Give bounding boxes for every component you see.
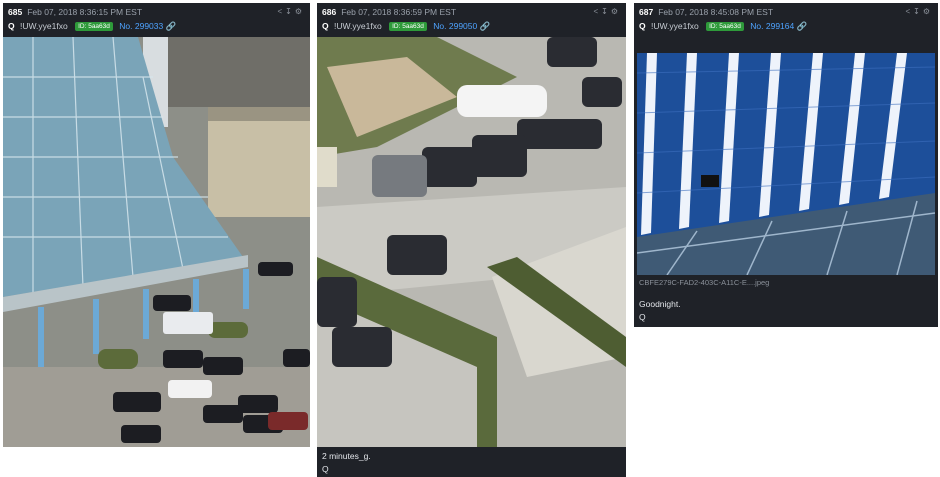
id-badge[interactable]: ID: 5aa63d [706,22,744,31]
link-icon[interactable]: 🔗 [797,21,808,31]
tripcode: !UW.yye1fxo [651,21,699,31]
gear-icon[interactable]: ⚙ [295,7,305,16]
tripcode: !UW.yye1fxo [334,21,382,31]
post-687: 687 Feb 07, 2018 8:45:08 PM EST Q !UW.yye… [634,3,938,327]
share-icon[interactable]: < [593,7,601,16]
share-icon[interactable]: < [277,7,285,16]
download-icon[interactable]: ↧ [601,7,611,16]
post-link[interactable]: No. 299050 [433,21,477,31]
author-name: Q [322,21,329,31]
post-header: 686 Feb 07, 2018 8:36:59 PM EST Q !UW.yye… [317,3,626,37]
post-message-line: Goodnight. [639,299,681,309]
author-name: Q [639,21,646,31]
photo-parking-aerial [317,37,626,447]
post-tools[interactable]: <↧⚙ [277,7,305,16]
link-icon[interactable]: 🔗 [166,21,177,31]
id-badge[interactable]: ID: 5aa63d [75,22,113,31]
image-filename[interactable]: CBFE279C-FAD2-403C-A11C-E....jpeg [639,278,769,287]
share-icon[interactable]: < [905,7,913,16]
post-signature: Q [322,464,329,474]
post-tools[interactable]: <↧⚙ [593,7,621,16]
post-date: Feb 07, 2018 8:45:08 PM EST [658,7,774,17]
download-icon[interactable]: ↧ [285,7,295,16]
post-image-glass-facade[interactable] [637,53,935,275]
post-header: 687 Feb 07, 2018 8:45:08 PM EST Q !UW.yye… [634,3,938,37]
post-686: 686 Feb 07, 2018 8:36:59 PM EST Q !UW.yye… [317,3,626,477]
post-number: 685 [8,7,23,17]
link-icon[interactable]: 🔗 [480,21,491,31]
author-name: Q [8,21,15,31]
post-date: Feb 07, 2018 8:36:59 PM EST [341,7,457,17]
photo-parking-lot [3,37,310,447]
id-badge[interactable]: ID: 5aa63d [389,22,427,31]
post-link[interactable]: No. 299164 [750,21,794,31]
post-685: 685 Feb 07, 2018 8:36:15 PM EST Q !UW.yye… [3,3,310,447]
post-number: 687 [639,7,654,17]
gear-icon[interactable]: ⚙ [611,7,621,16]
post-header: 685 Feb 07, 2018 8:36:15 PM EST Q !UW.yye… [3,3,310,37]
post-tools[interactable]: <↧⚙ [905,7,933,16]
post-message-line: 2 minutes_g. [322,451,371,461]
post-image-parking-aerial[interactable] [317,37,626,447]
photo-glass-facade [637,53,935,275]
tripcode: !UW.yye1fxo [20,21,68,31]
gear-icon[interactable]: ⚙ [923,7,933,16]
post-image-building-parking[interactable] [3,37,310,447]
post-link[interactable]: No. 299033 [119,21,163,31]
post-number: 686 [322,7,337,17]
post-date: Feb 07, 2018 8:36:15 PM EST [27,7,143,17]
post-signature: Q [639,312,646,322]
download-icon[interactable]: ↧ [913,7,923,16]
